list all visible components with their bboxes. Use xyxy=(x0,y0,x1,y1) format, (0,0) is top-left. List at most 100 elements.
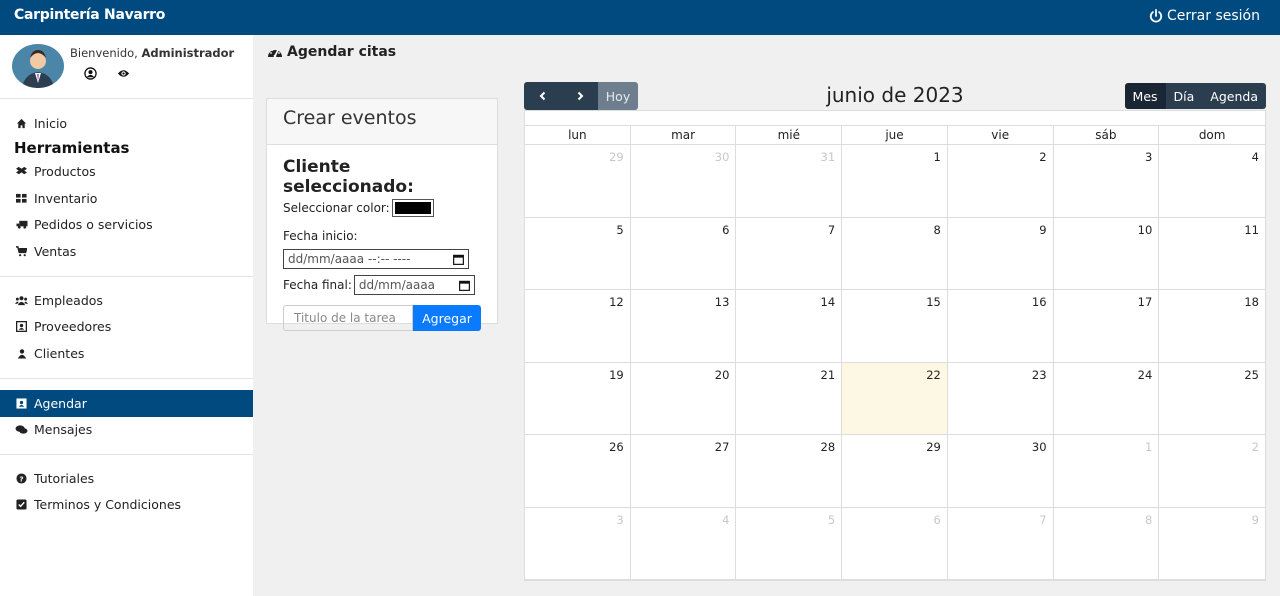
calendar-day[interactable]: 1 xyxy=(842,145,948,218)
sidebar-item-inventario[interactable]: Inventario xyxy=(0,185,253,212)
calendar-day-today[interactable]: 22 xyxy=(842,362,948,435)
calendar-day[interactable]: 2 xyxy=(1159,435,1265,508)
brand-title[interactable]: Carpintería Navarro xyxy=(14,7,165,23)
calendar-day[interactable]: 7 xyxy=(947,507,1054,580)
day-number: 18 xyxy=(1244,295,1259,309)
welcome-text: Bienvenido, Administrador xyxy=(70,46,235,60)
sidebar-item-productos[interactable]: Productos xyxy=(0,159,253,186)
calendar-day[interactable]: 21 xyxy=(736,362,843,435)
color-row: Seleccionar color: xyxy=(283,199,481,217)
calendar-day[interactable]: 24 xyxy=(1053,362,1160,435)
calendar-picker-icon[interactable] xyxy=(458,280,470,291)
sidebar-item-empleados[interactable]: Empleados xyxy=(0,287,253,314)
sidebar-item-ventas[interactable]: Ventas xyxy=(0,238,253,265)
calendar-day[interactable]: 5 xyxy=(525,217,631,290)
calendar-day[interactable]: 5 xyxy=(736,507,843,580)
user-circle-icon[interactable] xyxy=(84,67,97,80)
calendar-day[interactable]: 4 xyxy=(630,507,737,580)
calendar-day[interactable]: 31 xyxy=(736,145,843,218)
view-day-button[interactable]: Día xyxy=(1165,83,1203,109)
day-number: 23 xyxy=(1031,367,1047,382)
start-date-input[interactable]: dd/mm/aaaa --:-- ---- xyxy=(283,249,469,269)
calendar-day[interactable]: 14 xyxy=(736,290,843,363)
prev-month-button[interactable] xyxy=(524,82,561,110)
sidebar-item-inicio[interactable]: Inicio xyxy=(0,110,253,137)
calendar-day[interactable]: 27 xyxy=(630,435,737,508)
sidebar-item-proveedores[interactable]: Proveedores xyxy=(0,314,253,341)
svg-text:?: ? xyxy=(19,474,23,483)
day-number: 19 xyxy=(609,367,624,382)
calendar-day[interactable]: 13 xyxy=(630,290,737,363)
task-title-input[interactable]: Titulo de la tarea xyxy=(283,305,413,331)
view-month-button[interactable]: Mes xyxy=(1124,83,1166,109)
calendar-day[interactable]: 18 xyxy=(1159,290,1265,363)
calendar-day[interactable]: 8 xyxy=(842,217,948,290)
calendar-day[interactable]: 8 xyxy=(1053,507,1160,580)
calendar-day[interactable]: 1 xyxy=(1053,435,1160,508)
calendar-day[interactable]: 9 xyxy=(1159,508,1265,580)
calendar-day[interactable]: 28 xyxy=(736,435,843,508)
day-number: 9 xyxy=(1251,512,1259,527)
day-number: 15 xyxy=(926,295,941,309)
contact-card-icon xyxy=(15,321,28,333)
sidebar: Bienvenido, Administrador Inicio Herrami… xyxy=(0,35,253,596)
day-number: 5 xyxy=(616,222,624,237)
calendar-day[interactable]: 30 xyxy=(630,145,737,218)
next-month-button[interactable] xyxy=(561,82,598,110)
calendar-day[interactable]: 15 xyxy=(842,290,948,363)
calendar-day[interactable]: 12 xyxy=(525,290,631,363)
view-agenda-button[interactable]: Agenda xyxy=(1202,83,1266,109)
sidebar-item-pedidos[interactable]: Pedidos o servicios xyxy=(0,212,253,239)
weekday-label: jue xyxy=(842,126,948,144)
profile-panel: Bienvenido, Administrador xyxy=(0,35,253,99)
divider xyxy=(0,276,253,277)
calendar-day[interactable]: 19 xyxy=(525,362,631,435)
calendar-day[interactable]: 6 xyxy=(630,217,737,290)
start-date-label: Fecha inicio: xyxy=(283,229,358,243)
calendar-day[interactable]: 29 xyxy=(842,435,948,508)
calendar-day[interactable]: 2 xyxy=(947,145,1054,218)
calendar-day[interactable]: 4 xyxy=(1159,145,1265,218)
calendar-day[interactable]: 17 xyxy=(1053,290,1160,363)
calendar-day[interactable]: 9 xyxy=(947,217,1054,290)
calendar-picker-icon[interactable] xyxy=(453,254,464,265)
day-number: 26 xyxy=(609,440,624,454)
sidebar-item-mensajes[interactable]: Mensajes xyxy=(0,417,253,444)
calendar-day[interactable]: 20 xyxy=(630,362,737,435)
eye-icon[interactable] xyxy=(117,67,130,80)
calendar-day[interactable]: 10 xyxy=(1053,217,1160,290)
menu-help: ? Tutoriales Terminos y Condiciones xyxy=(0,465,253,518)
calendar-day[interactable]: 6 xyxy=(842,507,948,580)
day-number: 7 xyxy=(1039,512,1047,527)
calendar-day[interactable]: 26 xyxy=(525,435,631,508)
add-event-button[interactable]: Agregar xyxy=(413,305,481,331)
calendar-day[interactable]: 3 xyxy=(1053,145,1160,218)
calendar-day[interactable]: 25 xyxy=(1159,363,1265,435)
day-number: 3 xyxy=(1144,150,1153,164)
sidebar-item-agendar[interactable]: Agendar xyxy=(0,390,253,417)
calendar-day[interactable]: 7 xyxy=(736,217,843,290)
panel-header: Crear eventos xyxy=(267,99,497,145)
sidebar-item-clientes[interactable]: Clientes xyxy=(0,340,253,367)
calendar-day[interactable]: 30 xyxy=(947,435,1054,508)
cart-icon xyxy=(15,245,28,257)
dashboard-icon xyxy=(268,49,282,58)
calendar-day[interactable]: 11 xyxy=(1159,218,1265,290)
sidebar-item-tutoriales[interactable]: ? Tutoriales xyxy=(0,465,253,492)
day-number: 8 xyxy=(1144,512,1153,527)
day-number: 28 xyxy=(820,440,836,454)
weekday-label: mié xyxy=(736,126,843,144)
today-button[interactable]: Hoy xyxy=(598,82,638,110)
logout-button[interactable]: Cerrar sesión xyxy=(1149,8,1260,24)
day-number: 30 xyxy=(1031,440,1047,454)
calendar-day[interactable]: 16 xyxy=(947,290,1054,363)
day-number: 22 xyxy=(926,367,941,382)
sidebar-item-terminos[interactable]: Terminos y Condiciones xyxy=(0,492,253,519)
create-event-panel: Crear eventos Cliente seleccionado: Sele… xyxy=(266,98,498,331)
chat-icon xyxy=(15,424,28,436)
end-date-input[interactable]: dd/mm/aaaa xyxy=(353,275,475,295)
color-picker[interactable] xyxy=(391,199,434,217)
calendar-day[interactable]: 29 xyxy=(525,145,631,218)
calendar-day[interactable]: 23 xyxy=(947,362,1054,435)
calendar-day[interactable]: 3 xyxy=(525,507,631,580)
